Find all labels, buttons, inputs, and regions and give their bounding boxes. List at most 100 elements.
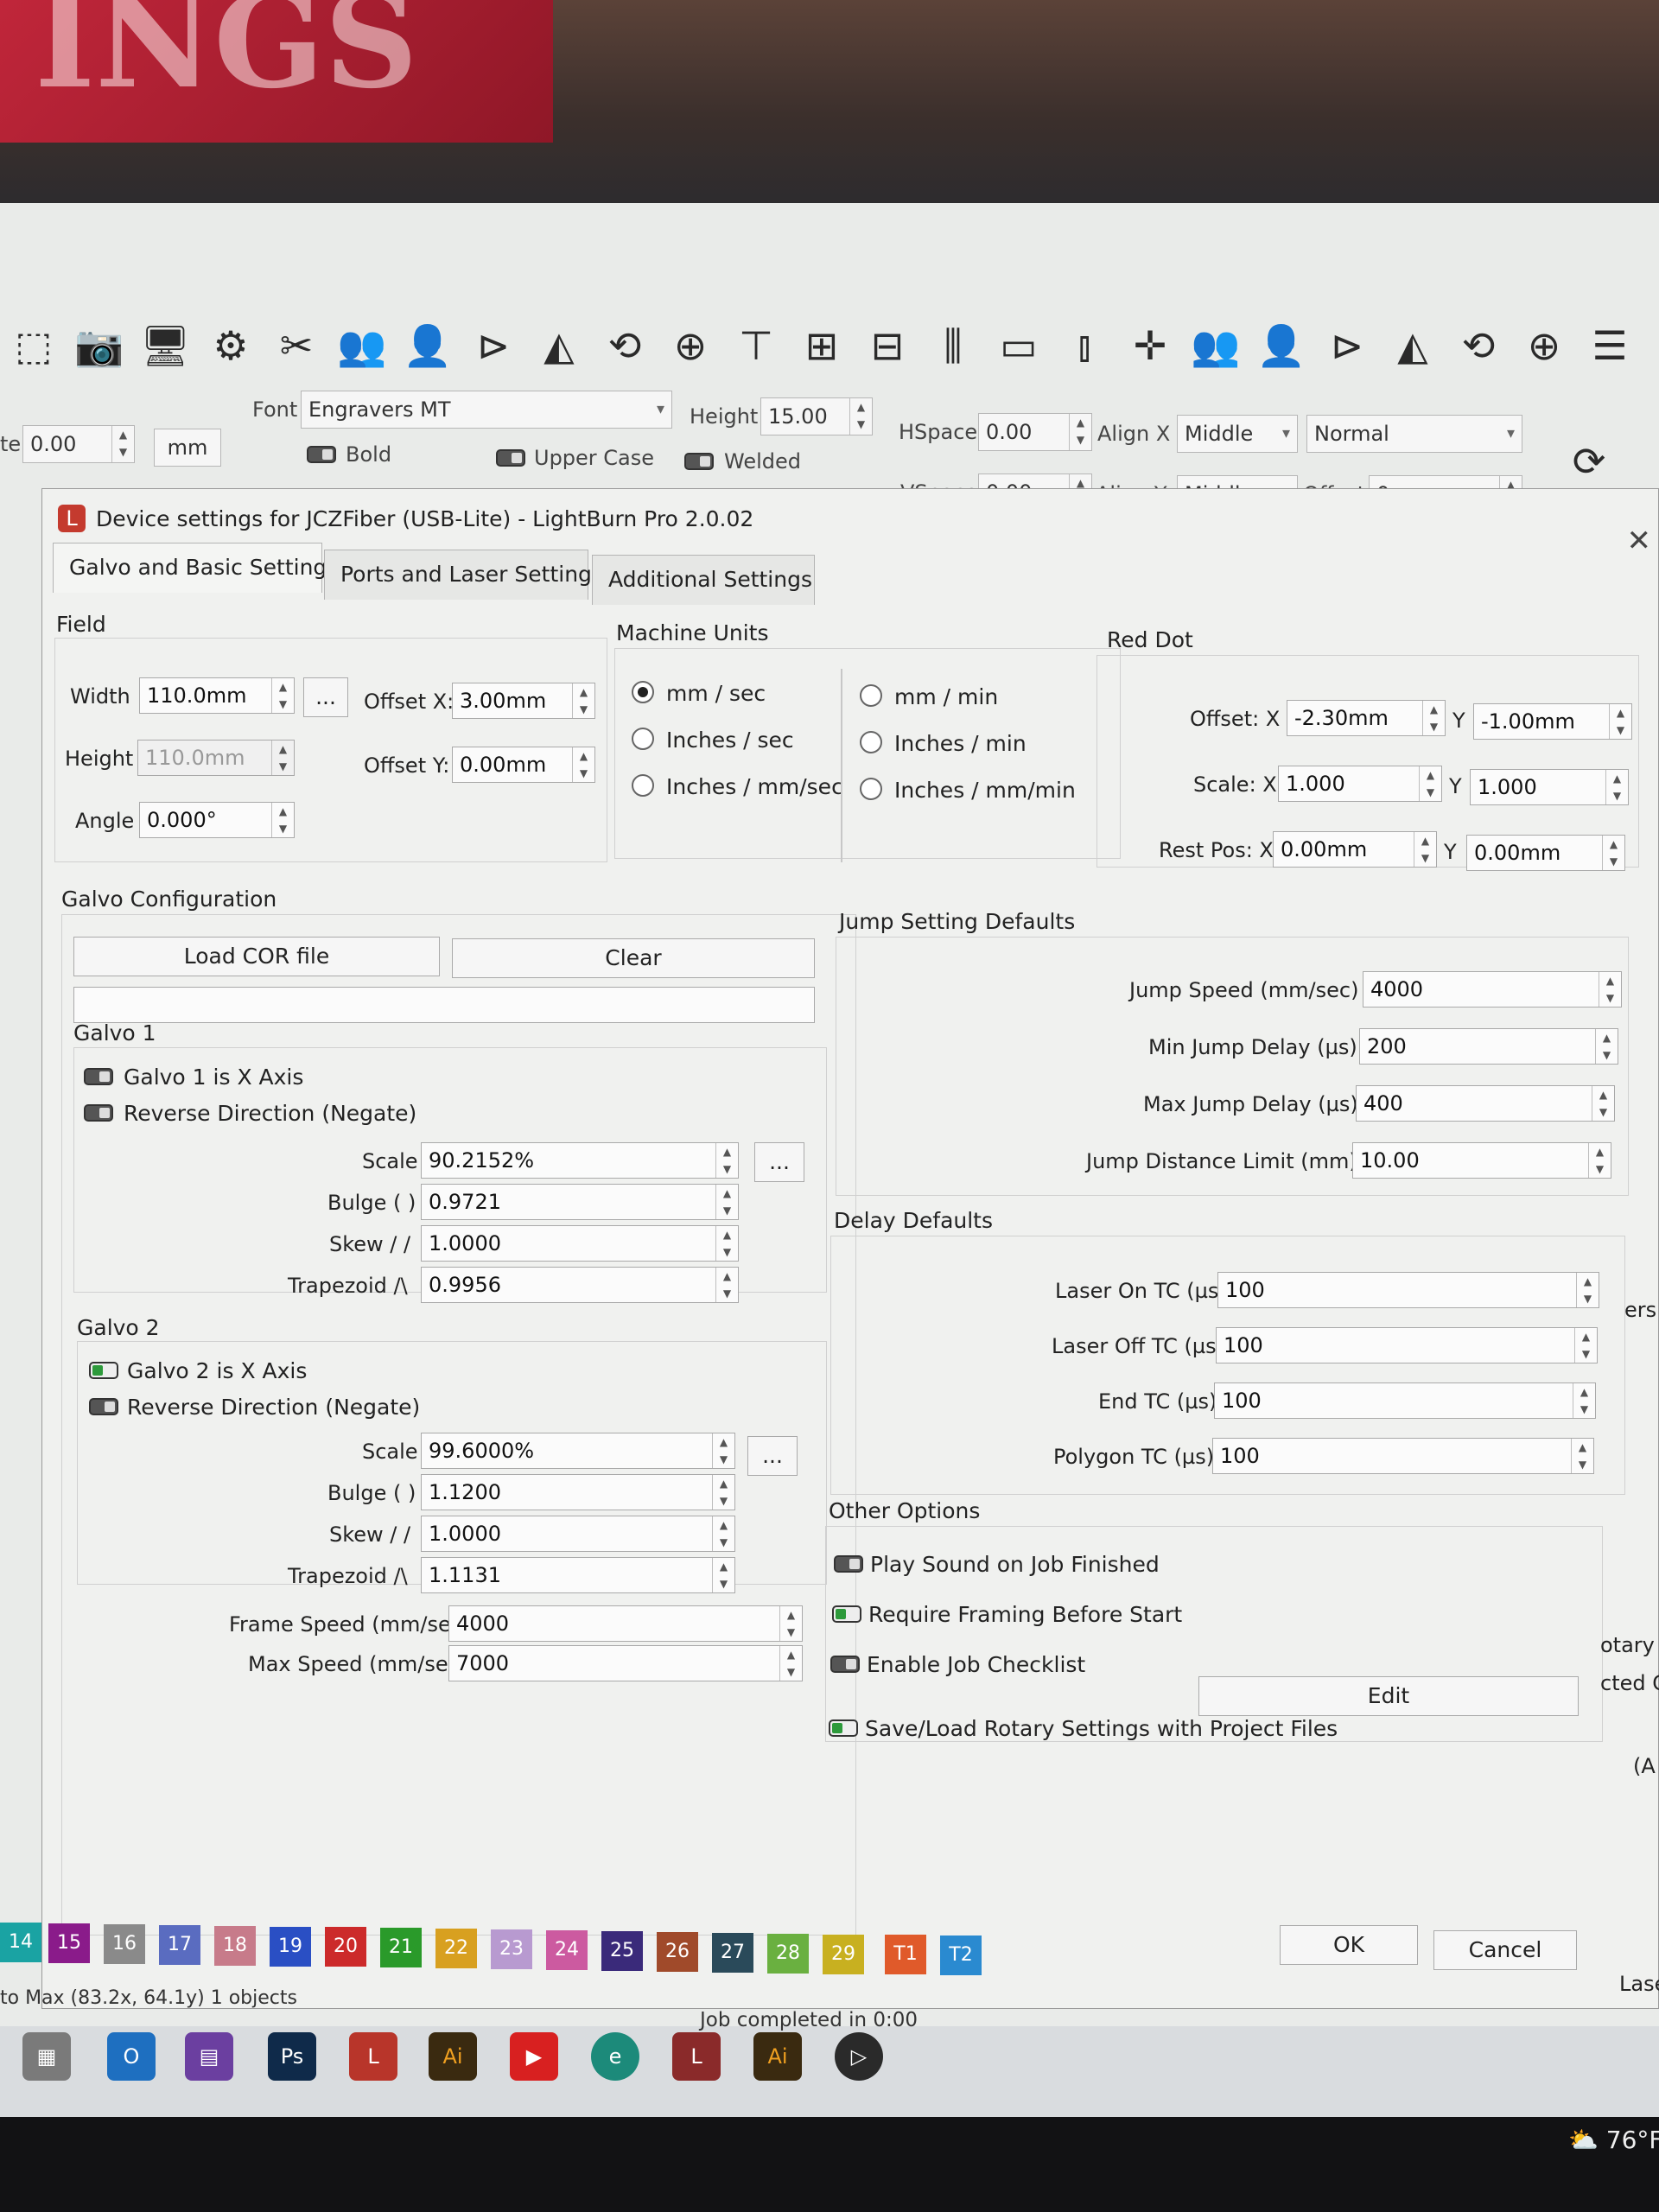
- palette-swatch[interactable]: T1: [885, 1935, 926, 1975]
- tab-ports-laser[interactable]: Ports and Laser Settings: [324, 550, 603, 600]
- palette-swatch[interactable]: 19: [270, 1926, 311, 1967]
- rotary-settings-toggle[interactable]: [829, 1719, 858, 1737]
- red-dot-scale-y-field[interactable]: 1.000 ▲ ▼: [1470, 769, 1629, 805]
- text-mode-select[interactable]: Normal ▾: [1306, 415, 1522, 453]
- field-ellipsis-button[interactable]: ...: [303, 677, 348, 717]
- polygon-tc-field[interactable]: 100 ▲ ▼: [1212, 1438, 1594, 1474]
- palette-swatch[interactable]: 15: [48, 1923, 90, 1963]
- units-field[interactable]: mm: [154, 429, 221, 467]
- lightburn-taskbar-icon[interactable]: L: [349, 2032, 397, 2081]
- palette-swatch[interactable]: 16: [104, 1923, 145, 1964]
- cancel-button[interactable]: Cancel: [1433, 1930, 1577, 1970]
- edge-icon[interactable]: e: [591, 2032, 639, 2081]
- width-field[interactable]: 110.0mm ▲ ▼: [139, 677, 295, 714]
- select-icon[interactable]: ⬚: [9, 321, 59, 371]
- galvo2-trapezoid-field[interactable]: 1.1131 ▲ ▼: [421, 1557, 735, 1593]
- palette-swatch[interactable]: 17: [159, 1924, 200, 1965]
- palette-swatch[interactable]: 14: [0, 1923, 41, 1962]
- group-icon[interactable]: 👥: [1191, 321, 1241, 371]
- tab-additional[interactable]: Additional Settings: [592, 555, 815, 605]
- mirror-icon[interactable]: ◭: [1388, 321, 1438, 371]
- radio-mm-sec[interactable]: [632, 681, 654, 703]
- outlook-icon[interactable]: O: [107, 2032, 156, 2081]
- play-sound-toggle[interactable]: [834, 1555, 863, 1573]
- offset-x-field[interactable]: 3.00mm ▲ ▼: [452, 683, 595, 719]
- gears-icon[interactable]: ⚙: [206, 321, 256, 371]
- cor-file-path-field[interactable]: [73, 987, 815, 1023]
- galvo2-scale-field[interactable]: 99.6000% ▲ ▼: [421, 1433, 735, 1469]
- user-icon[interactable]: 👤: [403, 321, 453, 371]
- font-select[interactable]: Engravers MT ▾: [301, 391, 672, 429]
- rest-pos-x-field[interactable]: 0.00mm ▲ ▼: [1273, 831, 1437, 868]
- galvo1-scale-ellipsis-button[interactable]: ...: [754, 1142, 804, 1182]
- galvo2-skew-field[interactable]: 1.0000 ▲ ▼: [421, 1516, 735, 1552]
- photoshop-icon[interactable]: Ps: [268, 2032, 316, 2081]
- close-icon[interactable]: ✕: [1627, 524, 1652, 558]
- galvo1-scale-field[interactable]: 90.2152% ▲ ▼: [421, 1142, 739, 1179]
- illustrator-active-icon[interactable]: Ai: [753, 2032, 802, 2081]
- app-folder-icon[interactable]: ▤: [185, 2032, 233, 2081]
- red-dot-offset-x-field[interactable]: -2.30mm ▲ ▼: [1287, 700, 1446, 736]
- palette-swatch[interactable]: 29: [823, 1934, 864, 1974]
- group-icon[interactable]: 👥: [337, 321, 387, 371]
- radio-inches-min[interactable]: [860, 731, 882, 753]
- load-cor-file-button[interactable]: Load COR file: [73, 937, 440, 976]
- palette-swatch[interactable]: 26: [657, 1931, 698, 1972]
- palette-swatch[interactable]: 25: [601, 1930, 643, 1971]
- align-top-icon[interactable]: ⊤: [731, 321, 781, 371]
- galvo1-reverse-toggle[interactable]: [84, 1104, 113, 1122]
- monitor-icon[interactable]: 🖥: [140, 321, 190, 371]
- hspace-field[interactable]: 0.00 ▲ ▼: [978, 413, 1092, 451]
- galvo1-bulge-field[interactable]: 0.9721 ▲ ▼: [421, 1184, 739, 1220]
- weather-widget[interactable]: ⛅ 76°F Pa: [1568, 2126, 1659, 2154]
- radio-inches-sec[interactable]: [632, 728, 654, 750]
- rotate-icon[interactable]: ⟲: [600, 321, 650, 371]
- max-speed-field[interactable]: 7000 ▲ ▼: [448, 1645, 803, 1681]
- upper-case-toggle[interactable]: [496, 449, 525, 467]
- job-checklist-toggle[interactable]: [830, 1656, 860, 1673]
- youtube-icon[interactable]: ▶: [510, 2032, 558, 2081]
- tools-icon[interactable]: ✂: [271, 321, 321, 371]
- edit-checklist-button[interactable]: Edit: [1198, 1676, 1579, 1716]
- welded-toggle[interactable]: [684, 453, 714, 470]
- media-player-icon[interactable]: ▷: [835, 2032, 883, 2081]
- red-dot-scale-x-field[interactable]: 1.000 ▲ ▼: [1278, 766, 1442, 802]
- target-icon[interactable]: ⊕: [665, 321, 715, 371]
- end-tc-field[interactable]: 100 ▲ ▼: [1214, 1382, 1596, 1419]
- frame-speed-field[interactable]: 4000 ▲ ▼: [448, 1605, 803, 1642]
- rest-pos-y-field[interactable]: 0.00mm ▲ ▼: [1466, 835, 1625, 871]
- palette-swatch[interactable]: 21: [380, 1928, 422, 1968]
- move-icon[interactable]: ✛: [1125, 321, 1175, 371]
- align-left-icon[interactable]: ⊟: [862, 321, 912, 371]
- jump-distance-limit-field[interactable]: 10.00 ▲ ▼: [1352, 1142, 1611, 1179]
- offset-y-field[interactable]: 0.00mm ▲ ▼: [452, 747, 595, 783]
- galvo2-scale-ellipsis-button[interactable]: ...: [747, 1436, 798, 1476]
- galvo2-reverse-toggle[interactable]: [89, 1398, 118, 1415]
- lightburn-active-icon[interactable]: L: [672, 2032, 721, 2081]
- jump-speed-field[interactable]: 4000 ▲ ▼: [1363, 971, 1622, 1007]
- require-framing-toggle[interactable]: [832, 1605, 861, 1623]
- rotate-icon[interactable]: ⟲: [1453, 321, 1503, 371]
- radio-inches-mm-min[interactable]: [860, 778, 882, 800]
- flip-horizontal-icon[interactable]: ⊳: [468, 321, 518, 371]
- align-x-select[interactable]: Middle ▾: [1177, 415, 1298, 453]
- dock-icon[interactable]: ⫾: [1059, 321, 1109, 371]
- left-value-field[interactable]: 0.00 ▲ ▼: [22, 425, 135, 463]
- radio-inches-mm-sec[interactable]: [632, 774, 654, 797]
- mirror-icon[interactable]: ◭: [534, 321, 584, 371]
- laser-on-tc-field[interactable]: 100 ▲ ▼: [1217, 1272, 1599, 1308]
- distribute-icon[interactable]: ⫼: [928, 321, 978, 371]
- min-jump-delay-field[interactable]: 200 ▲ ▼: [1359, 1028, 1618, 1065]
- galvo1-skew-field[interactable]: 1.0000 ▲ ▼: [421, 1225, 739, 1262]
- galvo1-trapezoid-field[interactable]: 0.9956 ▲ ▼: [421, 1267, 739, 1303]
- radio-mm-min[interactable]: [860, 684, 882, 707]
- task-view-icon[interactable]: ▦: [22, 2032, 71, 2081]
- palette-swatch[interactable]: 24: [546, 1930, 588, 1970]
- galvo1-x-axis-toggle[interactable]: [84, 1068, 113, 1085]
- palette-swatch[interactable]: 28: [767, 1933, 809, 1974]
- text-icon[interactable]: ▭: [994, 321, 1044, 371]
- laser-off-tc-field[interactable]: 100 ▲ ▼: [1216, 1327, 1598, 1363]
- galvo2-x-axis-toggle[interactable]: [89, 1362, 118, 1379]
- align-middle-icon[interactable]: ⊞: [797, 321, 847, 371]
- align-icon[interactable]: ☰: [1585, 321, 1635, 371]
